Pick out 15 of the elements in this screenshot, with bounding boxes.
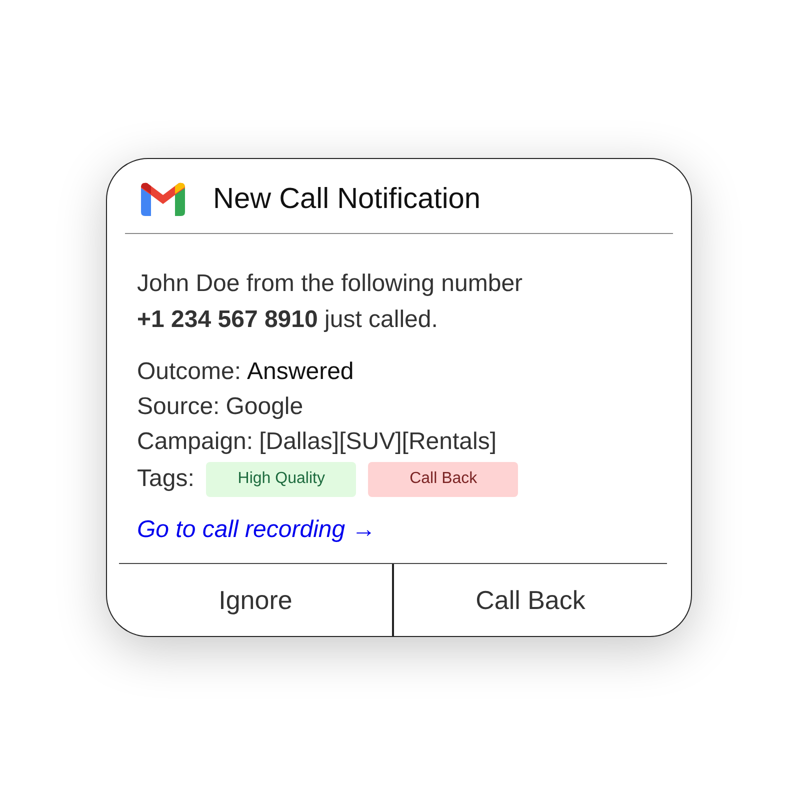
detail-label: Outcome:	[137, 358, 242, 386]
notification-title: New Call Notification	[213, 182, 481, 216]
call-back-button[interactable]: Call Back	[392, 564, 667, 636]
detail-label: Campaign:	[137, 428, 254, 456]
detail-value: Answered	[247, 358, 354, 386]
detail-value: [Dallas][SUV][Rentals]	[259, 428, 496, 456]
tag: Call Back	[368, 462, 518, 496]
detail-value: Google	[226, 392, 304, 420]
ignore-button[interactable]: Ignore	[119, 564, 392, 636]
mail-logo-icon	[141, 182, 185, 216]
detail-label: Source:	[137, 392, 220, 420]
recording-link[interactable]: Go to call recording →	[137, 516, 376, 544]
call-message: John Doe from the following number +1 234 567 8910 just called.	[137, 269, 524, 335]
tags-label: Tags:	[137, 465, 194, 493]
tag: High Quality	[206, 462, 356, 496]
